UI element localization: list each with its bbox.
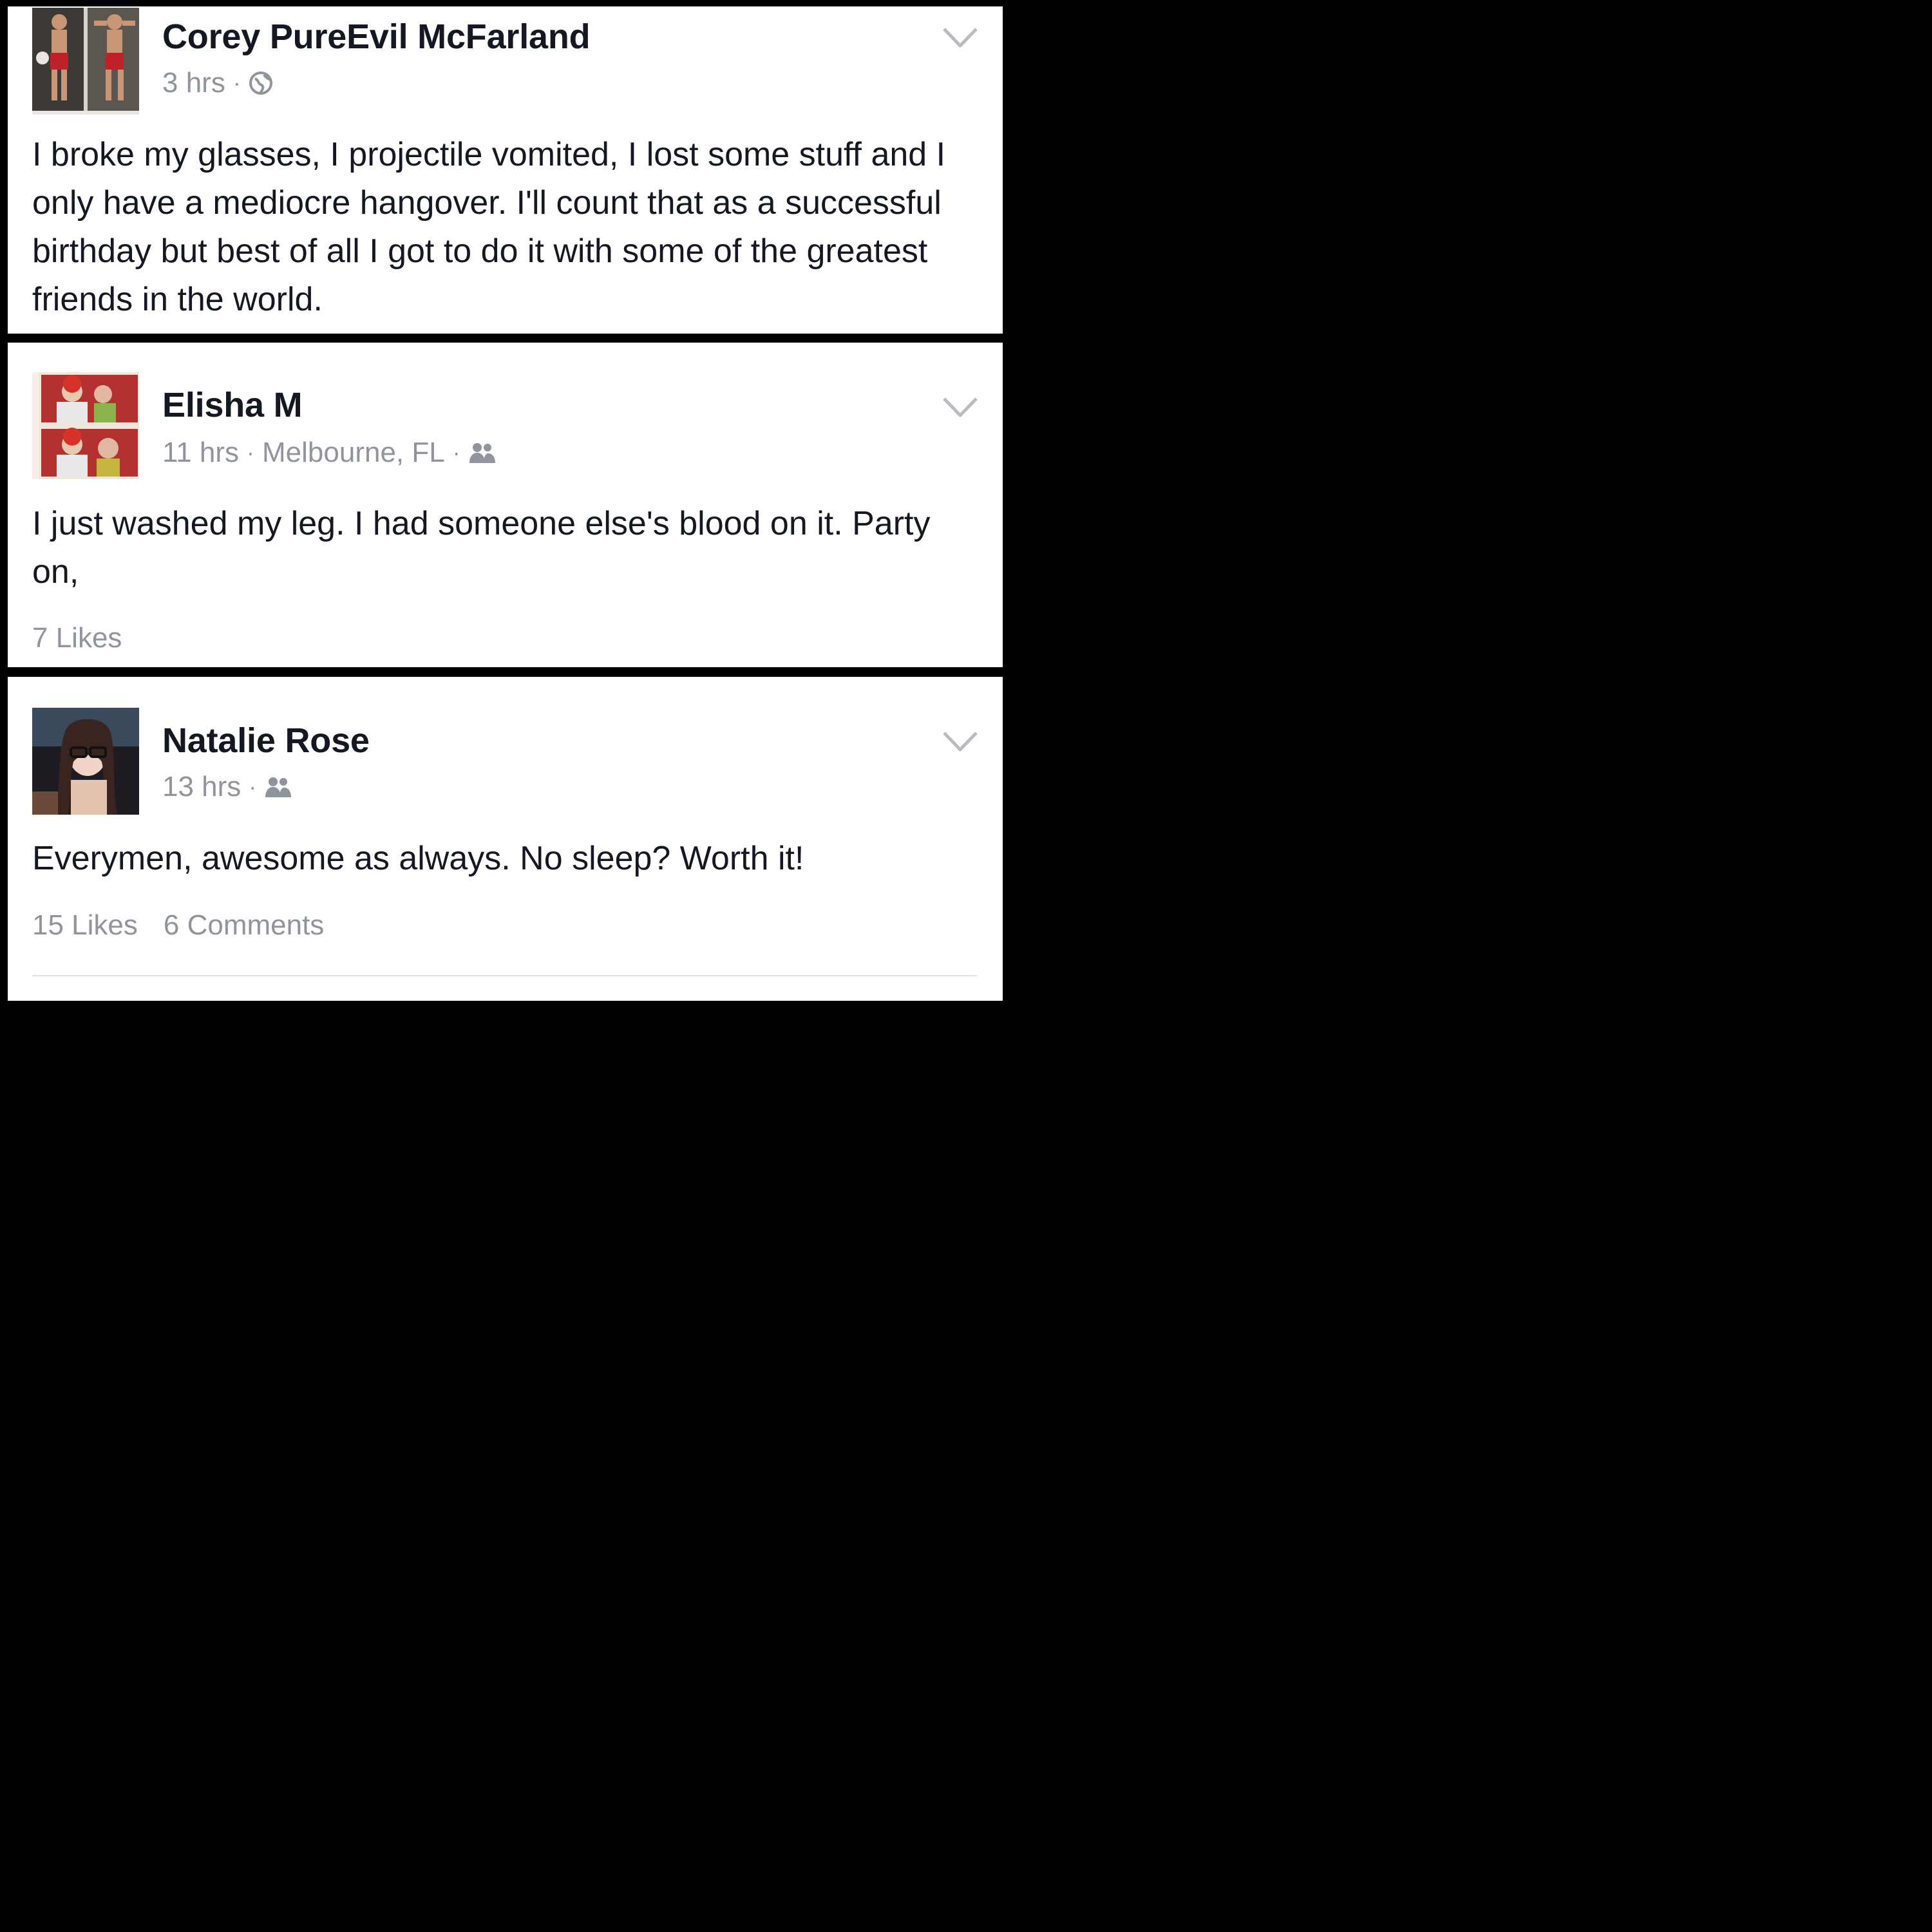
chevron-down-icon[interactable] (942, 397, 978, 419)
avatar[interactable] (32, 372, 139, 479)
post-text: I broke my glasses, I projectile vomited… (32, 136, 946, 318)
separator-dot: · (452, 439, 460, 466)
comments-count[interactable]: 6 Comments (164, 909, 324, 941)
separator-dot: · (247, 439, 255, 466)
post-text: Everymen, awesome as always. No sleep? W… (32, 840, 804, 877)
post-meta: 11 hrs · Melbourne, FL · (162, 437, 497, 469)
post-time[interactable]: 3 hrs (162, 67, 225, 99)
post-time[interactable]: 13 hrs (162, 771, 241, 803)
post-stats: 7 Likes (32, 622, 122, 654)
chevron-down-icon[interactable] (942, 731, 978, 753)
globe-icon (249, 71, 273, 95)
author-name[interactable]: Corey PureEvil McFarland (162, 17, 591, 57)
post-card: Elisha M 11 hrs · Melbourne, FL · I just… (8, 343, 1003, 667)
chevron-down-icon[interactable] (942, 27, 978, 49)
post-time[interactable]: 11 hrs (162, 437, 239, 469)
separator-dot: · (249, 773, 257, 800)
post-stats: 15 Likes 6 Comments (32, 909, 324, 942)
friends-icon (468, 442, 497, 464)
post-text: I just washed my leg. I had someone else… (32, 505, 931, 591)
author-name[interactable]: Elisha M (162, 385, 303, 425)
likes-count[interactable]: 15 Likes (32, 909, 138, 941)
avatar[interactable] (32, 8, 139, 115)
post-meta: 3 hrs · (162, 67, 273, 99)
post-card: Natalie Rose 13 hrs · Everymen, awesome … (8, 677, 1003, 1001)
post-location[interactable]: Melbourne, FL (262, 437, 445, 469)
post-card: Corey PureEvil McFarland 3 hrs · I broke… (8, 6, 1003, 334)
divider (32, 975, 977, 976)
avatar[interactable] (32, 708, 139, 815)
separator-dot: · (232, 70, 241, 96)
author-name[interactable]: Natalie Rose (162, 721, 370, 761)
likes-count[interactable]: 7 Likes (32, 622, 122, 654)
post-meta: 13 hrs · (162, 771, 292, 803)
friends-icon (264, 776, 292, 798)
